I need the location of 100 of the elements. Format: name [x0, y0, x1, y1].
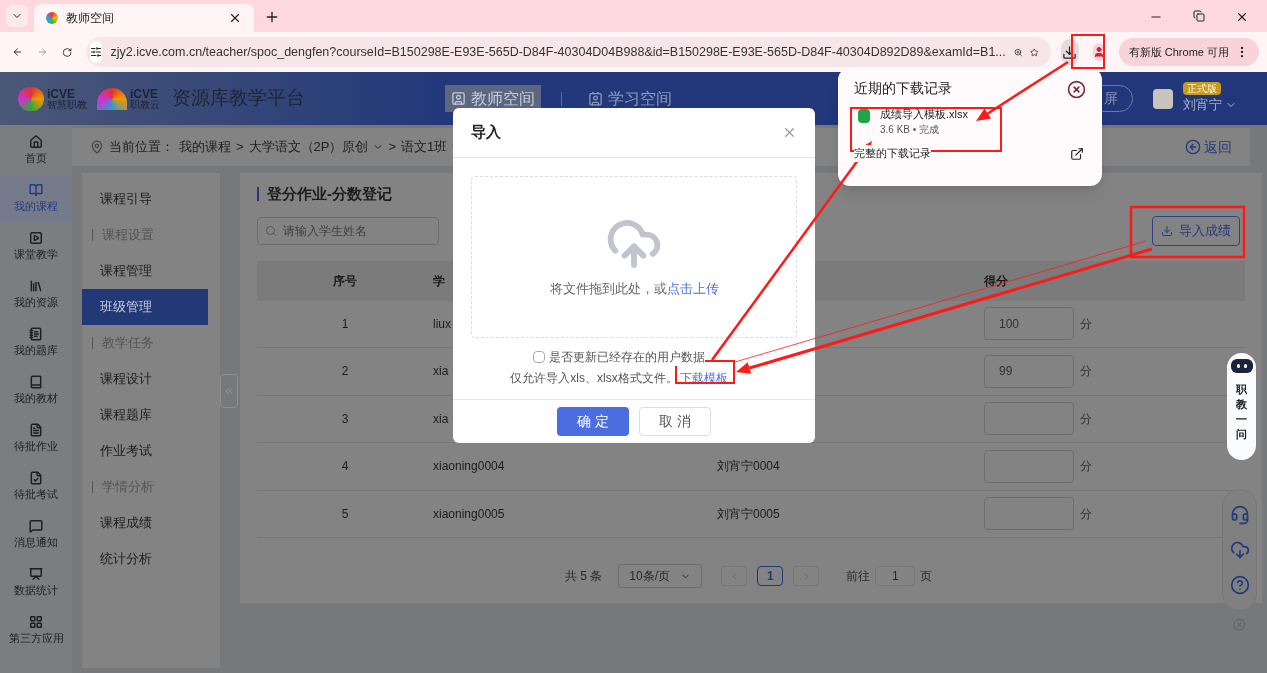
file-name: 成绩导入模板.xlsx	[880, 107, 968, 123]
side-nav-item[interactable]: 课堂教学	[0, 223, 72, 271]
new-tab-icon[interactable]	[264, 9, 280, 25]
address-bar[interactable]: zjy2.icve.com.cn/teacher/spoc_dengfen?courseId=B150298E-E93E-565D-D84F-40304D04B988&id=B150298E-E93E-565D-D84F-40304D892D89&examId=B1...	[85, 37, 1051, 67]
assistant-widget[interactable]: 职教一问	[1227, 353, 1256, 460]
score-unit: 分	[1080, 458, 1092, 476]
space-tab[interactable]: 学习空间	[582, 85, 678, 112]
download-item[interactable]: 成绩导入模板.xlsx 3.6 KB • 完成	[854, 107, 1086, 138]
score-unit: 分	[1080, 363, 1092, 381]
table-cell: 5	[341, 506, 349, 521]
score-unit: 分	[1080, 315, 1092, 333]
update-chrome-button[interactable]: 有新版 Chrome 可用	[1118, 38, 1259, 66]
sub-menu-item[interactable]: 班级管理	[82, 289, 208, 325]
browser-tab[interactable]: 教师空间	[34, 4, 254, 32]
page-size-select[interactable]: 10条/页	[618, 564, 703, 588]
book-icon	[29, 375, 43, 390]
sub-menu-item[interactable]: 课程成绩	[82, 505, 208, 541]
column-header: 得分	[984, 272, 1008, 290]
score-unit: 分	[1080, 410, 1092, 428]
sub-menu-item[interactable]: 课程引导	[82, 181, 208, 217]
page-number[interactable]: 1	[757, 566, 784, 586]
close-icon[interactable]	[1067, 79, 1086, 99]
document-check-icon	[29, 471, 43, 486]
breadcrumb-link[interactable]: 大学语文（2P）原创	[248, 137, 384, 157]
books-icon	[29, 279, 43, 294]
headset-icon[interactable]	[1229, 505, 1250, 526]
app-grid-icon	[29, 615, 43, 630]
message-icon	[29, 519, 43, 534]
side-nav-item[interactable]: 消息通知	[0, 511, 72, 559]
sub-menu-item[interactable]: 统计分析	[82, 541, 208, 577]
logo-icon	[18, 86, 44, 111]
cancel-button[interactable]: 取 消	[639, 407, 711, 436]
platform-title: 资源库教学平台	[172, 86, 305, 111]
back-link[interactable]: 返回	[1185, 136, 1232, 158]
search-icon	[265, 224, 277, 237]
close-icon[interactable]	[228, 11, 242, 25]
score-field[interactable]: 100	[984, 307, 1074, 341]
home-icon	[29, 135, 43, 150]
table-cell: 3	[341, 411, 349, 426]
update-checkbox[interactable]	[533, 351, 545, 363]
tab-title: 教师空间	[66, 10, 115, 27]
side-nav-item[interactable]: 数据统计	[0, 559, 72, 607]
side-nav-item[interactable]: 我的资源	[0, 271, 72, 319]
goto-label: 前往	[846, 568, 871, 585]
drop-zone[interactable]: 将文件拖到此处，或点击上传	[471, 176, 797, 338]
presentation-icon	[29, 567, 43, 582]
column-header: 学	[433, 273, 445, 288]
table-cell: 2	[341, 364, 349, 379]
breadcrumb-link[interactable]: 我的课程	[179, 137, 231, 157]
app-logo-icon	[1153, 88, 1173, 109]
full-history-link[interactable]: 完整的下载记录	[854, 145, 931, 162]
upload-link[interactable]: 点击上传	[666, 281, 719, 296]
table-cell: 4	[341, 459, 349, 474]
cloud-download-icon[interactable]	[1229, 540, 1250, 560]
site-info-button[interactable]	[89, 41, 103, 63]
goto-suffix: 页	[920, 568, 933, 585]
play-icon	[29, 231, 43, 246]
table-cell: 1	[341, 316, 349, 331]
search-field[interactable]: 请输入学生姓名	[257, 216, 439, 245]
side-nav-item[interactable]: 我的教材	[0, 367, 72, 415]
sub-menu-item[interactable]: 课程管理	[82, 253, 208, 289]
checkbox-label: 是否更新已经存在的用户数据	[549, 348, 705, 366]
side-nav-item[interactable]: 待批作业	[0, 415, 72, 463]
sub-menu-item[interactable]: 课程设计	[82, 361, 208, 397]
user-name[interactable]: 刘宵宁	[1183, 95, 1237, 115]
format-hint: 仅允许导入xls、xlsx格式文件。	[510, 370, 678, 387]
sub-menu-item[interactable]: 课程题库	[82, 397, 208, 433]
help-icon[interactable]	[1229, 574, 1250, 595]
collapse-handle[interactable]	[220, 373, 238, 408]
table-cell: 刘宵宁0004	[717, 459, 780, 474]
spreadsheet-file-icon	[858, 109, 870, 124]
score-field[interactable]: 99	[984, 354, 1074, 388]
side-nav-item[interactable]: 我的课程	[0, 175, 72, 223]
profile-button[interactable]	[1092, 43, 1105, 61]
import-scores-button[interactable]: 导入成绩	[1152, 215, 1240, 246]
table-cell: xiaoning0004	[433, 459, 505, 474]
tab-list-button[interactable]	[6, 5, 28, 27]
edition-badge: 正式版	[1183, 82, 1221, 96]
side-nav-item[interactable]: 我的题库	[0, 319, 72, 367]
confirm-button[interactable]: 确 定	[557, 407, 629, 436]
logo-mark: iCVE	[130, 87, 158, 100]
restore-icon[interactable]	[1193, 10, 1205, 22]
download-icon	[1062, 44, 1078, 60]
assistant-label: 职教一问	[1236, 382, 1247, 442]
sub-menu-item[interactable]: 作业考试	[82, 433, 208, 469]
open-external-icon[interactable]	[1070, 146, 1084, 161]
url-text: zjy2.icve.com.cn/teacher/spoc_dengfen?courseId=B150298E-E93E-565D-D84F-40304D04B988&id=B150298E-E93E-565D-D84F-40304D892D89&examId=B1...	[110, 43, 1006, 61]
close-window-icon[interactable]	[1235, 10, 1249, 24]
side-nav-item[interactable]: 首页	[0, 127, 72, 175]
goto-page-field[interactable]: 1	[875, 566, 916, 586]
logo-icon	[97, 87, 127, 110]
drop-hint: 将文件拖到此处，或	[549, 281, 667, 296]
side-nav-item[interactable]: 待批考试	[0, 463, 72, 511]
popup-title: 近期的下载记录	[854, 80, 952, 98]
breadcrumb-label: 当前位置：	[109, 138, 174, 157]
table-cell: xia	[433, 364, 449, 379]
table-cell: liux	[433, 316, 451, 331]
open-book-icon	[29, 183, 43, 198]
breadcrumb-link[interactable]: 语文1班	[401, 137, 463, 157]
notebook-icon	[29, 327, 43, 342]
